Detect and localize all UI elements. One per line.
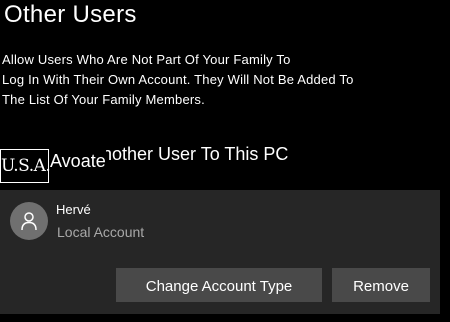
section-description: Allow Users Who Are Not Part Of Your Fam…: [2, 50, 442, 110]
overlay-badge: U.S.A.: [0, 149, 51, 183]
remove-button[interactable]: Remove: [332, 268, 430, 302]
account-type: Local Account: [57, 224, 145, 240]
description-line: Allow Users Who Are Not Part Of Your Fam…: [2, 52, 291, 67]
change-account-type-button[interactable]: Change Account Type: [116, 268, 322, 302]
section-title: Other Users: [4, 1, 137, 28]
description-line: Log In With Their Own Account. They Will…: [2, 72, 354, 87]
add-user-label: nother User To This PC: [102, 144, 289, 164]
avatar: [10, 202, 48, 240]
add-user-button[interactable]: nother User To This PC U.S.A. Avoate: [0, 140, 320, 184]
overlay-word: Avoate: [50, 150, 106, 172]
account-name: Hervé: [56, 202, 91, 217]
account-panel: Hervé Local Account Change Account Type …: [0, 190, 440, 314]
description-line: The List Of Your Family Members.: [2, 92, 205, 107]
person-icon: [21, 212, 37, 231]
